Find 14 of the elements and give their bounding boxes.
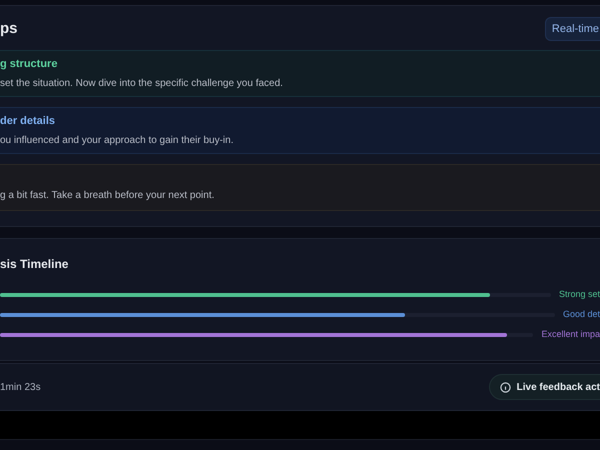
timeline-label: Good det — [562, 308, 600, 322]
tip-text: g a bit fast. Take a breath before your next point. — [0, 189, 216, 203]
tip-title: der details — [0, 114, 56, 129]
tip-text: set the situation. Now dive into the specific challenge you faced. — [0, 77, 284, 92]
realtime-badge: Real-time — [544, 16, 600, 42]
info-icon — [500, 382, 511, 392]
section-title: sis Timeline — [0, 256, 70, 273]
timeline-label: Excellent impa — [541, 328, 600, 342]
section-title: ps — [0, 18, 18, 39]
status-pill: Live feedback act — [488, 374, 600, 400]
tip-title: g structure — [0, 56, 58, 72]
duration-text: 1min 23s — [0, 380, 41, 394]
tip-text: ou influenced and your approach to gain their buy-in. — [0, 134, 234, 148]
timeline-label: Strong set — [558, 288, 600, 302]
